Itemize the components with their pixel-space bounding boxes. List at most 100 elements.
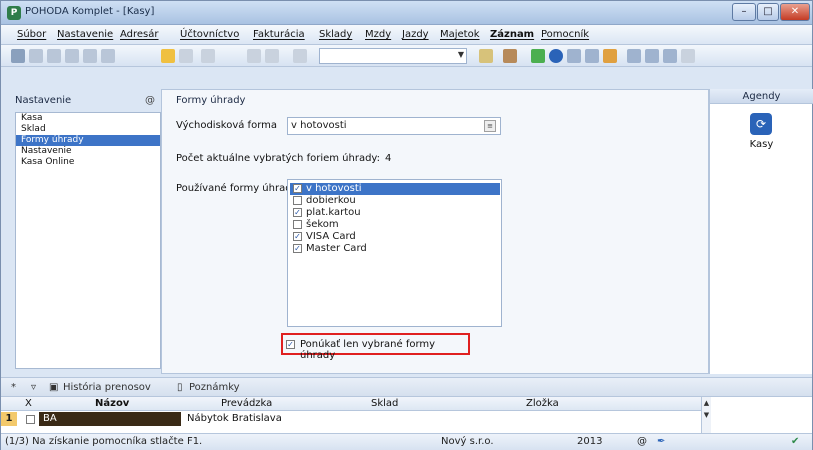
status-company: Nový s.r.o. bbox=[441, 436, 494, 447]
menu-sklady[interactable]: Sklady bbox=[319, 29, 352, 40]
window-icon[interactable] bbox=[627, 49, 641, 63]
default-form-select[interactable]: v hotovosti ≡ bbox=[287, 117, 501, 135]
menu-mzdy[interactable]: Mzdy bbox=[365, 29, 391, 40]
tab-poznamky[interactable]: Poznámky bbox=[189, 382, 240, 393]
menu-nastavenie[interactable]: Nastavenie bbox=[57, 29, 113, 40]
toolbar-search-combo[interactable]: ▼ bbox=[319, 48, 467, 64]
settings-item-kasa-online[interactable]: Kasa Online bbox=[16, 157, 160, 168]
tab-historia-prenosov[interactable]: História prenosov bbox=[63, 382, 151, 393]
cell-nazov[interactable]: BA bbox=[39, 412, 181, 426]
status-year: 2013 bbox=[577, 436, 603, 447]
records-grid: X Názov Prevádzka Sklad Zložka 1 BA Náby… bbox=[1, 397, 812, 433]
save-all-icon[interactable] bbox=[265, 49, 279, 63]
filter-icon[interactable] bbox=[479, 49, 493, 63]
settings-item-nastavenie[interactable]: Nastavenie bbox=[16, 146, 160, 157]
maximize-button[interactable]: □ bbox=[757, 3, 779, 21]
menu-adresar[interactable]: Adresár bbox=[120, 29, 159, 40]
checkbox-checked-icon[interactable]: ✓ bbox=[293, 244, 302, 253]
status-bar: (1/3) Na získanie pomocníka stlačte F1. … bbox=[1, 433, 812, 450]
offer-only-selected-checkbox[interactable]: ✓ Ponúkať len vybrané formy úhrady bbox=[281, 333, 470, 361]
document-icon[interactable] bbox=[293, 49, 307, 63]
filter-tab-icon[interactable]: ▿ bbox=[31, 382, 36, 393]
settings-list: Kasa Sklad Formy úhrady Nastavenie Kasa … bbox=[15, 112, 161, 369]
column-header-x[interactable]: X bbox=[25, 398, 32, 409]
close-button[interactable]: ✕ bbox=[780, 3, 810, 21]
menu-pomocnik[interactable]: Pomocník bbox=[541, 29, 589, 40]
settings-item-kasa[interactable]: Kasa bbox=[16, 113, 160, 124]
agendy-header: Agendy bbox=[710, 89, 813, 104]
chevron-down-icon: ▼ bbox=[457, 50, 464, 59]
used-forms-label: Používané formy úhrad bbox=[176, 183, 292, 194]
settings-item-formy-uhrady[interactable]: Formy úhrady bbox=[16, 135, 160, 146]
minimize-button[interactable]: – bbox=[732, 3, 756, 21]
blue-circle-icon[interactable] bbox=[549, 49, 563, 63]
delete-icon[interactable] bbox=[83, 49, 97, 63]
window2-icon[interactable] bbox=[645, 49, 659, 63]
window-title: POHODA Komplet - [Kasy] bbox=[25, 6, 155, 17]
table-row[interactable]: 1 BA Nábytok Bratislava bbox=[1, 412, 701, 426]
menu-jazdy[interactable]: Jazdy bbox=[402, 29, 429, 40]
left-panel-header: Nastavenie bbox=[15, 95, 72, 106]
asterisk-icon[interactable]: * bbox=[11, 382, 16, 393]
tab-history-icon: ▣ bbox=[49, 382, 59, 393]
menu-bar: Súbor Nastavenie Adresár Účtovníctvo Fak… bbox=[1, 25, 812, 45]
pen-icon[interactable] bbox=[179, 49, 193, 63]
payment-form-item[interactable]: ✓ v hotovosti bbox=[290, 183, 500, 195]
folder-icon[interactable] bbox=[161, 49, 175, 63]
section-title: Formy úhrady bbox=[176, 95, 246, 106]
payment-form-item[interactable]: šekom bbox=[290, 219, 500, 231]
help-icon[interactable] bbox=[681, 49, 695, 63]
settings-item-sklad[interactable]: Sklad bbox=[16, 124, 160, 135]
checkbox-icon[interactable] bbox=[293, 196, 302, 205]
calendar-icon[interactable] bbox=[585, 49, 599, 63]
copy-icon[interactable] bbox=[47, 49, 61, 63]
calc-icon[interactable] bbox=[567, 49, 581, 63]
checkbox-icon[interactable] bbox=[293, 220, 302, 229]
grid-scrollbar[interactable]: ▲ ▼ bbox=[701, 397, 711, 433]
dropdown-icon[interactable]: ≡ bbox=[484, 120, 496, 132]
payment-form-item[interactable]: ✓ Master Card bbox=[290, 243, 500, 255]
pohoda-app-icon: P bbox=[7, 6, 21, 20]
row-number: 1 bbox=[1, 412, 17, 426]
save-icon[interactable] bbox=[247, 49, 261, 63]
payment-form-item[interactable]: ✓ VISA Card bbox=[290, 231, 500, 243]
menu-majetok[interactable]: Majetok bbox=[440, 29, 480, 40]
default-form-value: v hotovosti bbox=[291, 120, 347, 131]
row-checkbox[interactable] bbox=[26, 415, 35, 424]
menu-fakturacia[interactable]: Fakturácia bbox=[253, 29, 305, 40]
app-window: P POHODA Komplet - [Kasy] – □ ✕ Súbor Na… bbox=[0, 0, 813, 450]
green-action-icon[interactable] bbox=[531, 49, 545, 63]
offer-only-selected-label: Ponúkať len vybrané formy úhrady bbox=[300, 339, 436, 361]
status-check-icon: ✔ bbox=[791, 436, 800, 447]
kasy-agenda-label[interactable]: Kasy bbox=[710, 139, 813, 150]
toolbar: ▼ bbox=[1, 45, 812, 67]
menu-uctovnictvo[interactable]: Účtovníctvo bbox=[180, 29, 239, 40]
menu-zaznam[interactable]: Záznam bbox=[490, 29, 534, 40]
report-icon[interactable] bbox=[503, 49, 517, 63]
edit-icon[interactable] bbox=[65, 49, 79, 63]
column-header-prevadzka[interactable]: Prevádzka bbox=[221, 398, 272, 409]
cell-prevadzka[interactable]: Nábytok Bratislava bbox=[187, 413, 282, 424]
new-record-icon[interactable] bbox=[29, 49, 43, 63]
checkbox-checked-icon[interactable]: ✓ bbox=[293, 232, 302, 241]
people-icon[interactable] bbox=[603, 49, 617, 63]
at-icon[interactable]: @ bbox=[145, 95, 155, 106]
menu-subor[interactable]: Súbor bbox=[17, 29, 46, 40]
column-header-sklad[interactable]: Sklad bbox=[371, 398, 398, 409]
back-arrow-icon[interactable] bbox=[201, 49, 215, 63]
count-value: 4 bbox=[385, 153, 392, 164]
checkbox-checked-icon[interactable]: ✓ bbox=[293, 208, 302, 217]
status-pen-icon: ✒ bbox=[657, 436, 666, 447]
checkbox-checked-icon[interactable]: ✓ bbox=[293, 184, 302, 193]
print-icon[interactable] bbox=[101, 49, 115, 63]
payment-form-item[interactable]: ✓ plat.kartou bbox=[290, 207, 500, 219]
kasy-agenda-icon[interactable]: ⟳ bbox=[750, 113, 772, 135]
count-label: Počet aktuálne vybratých foriem úhrady: bbox=[176, 153, 380, 164]
window3-icon[interactable] bbox=[663, 49, 677, 63]
column-header-nazov[interactable]: Názov bbox=[95, 398, 129, 409]
column-header-zlozka[interactable]: Zložka bbox=[526, 398, 559, 409]
payment-form-item[interactable]: dobierkou bbox=[290, 195, 500, 207]
bottom-tab-bar: * ▿ ▣ História prenosov ▯ Poznámky bbox=[1, 377, 812, 397]
grid-header: X Názov Prevádzka Sklad Zložka bbox=[1, 397, 701, 411]
checkbox-checked-icon[interactable]: ✓ bbox=[286, 340, 295, 349]
